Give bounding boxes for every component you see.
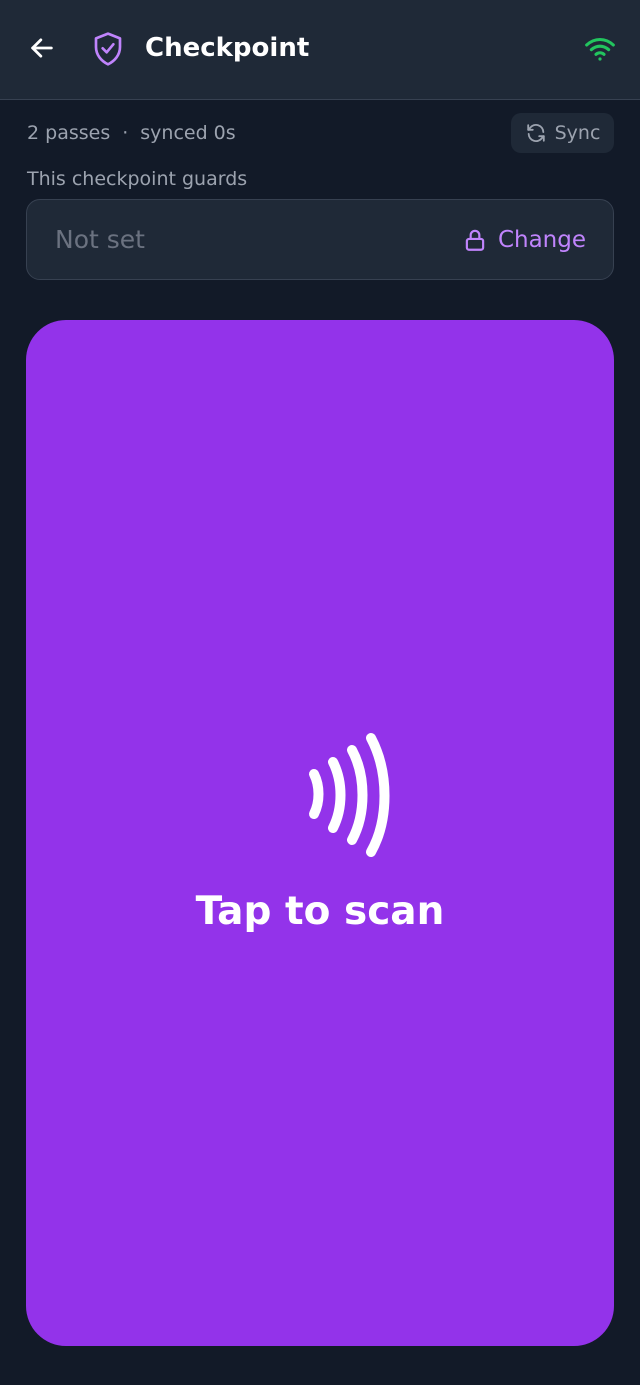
status-separator: · <box>122 122 129 144</box>
checkpoint-screen: Checkpoint 2 passes · synced 0s Sync Thi… <box>0 0 640 1385</box>
arrow-left-icon <box>31 38 53 58</box>
back-button[interactable] <box>22 28 62 68</box>
guard-label: This checkpoint guards <box>27 168 248 190</box>
synced-time: synced 0s <box>140 122 236 144</box>
guard-field: Not set Change <box>26 199 614 280</box>
passes-count: 2 passes <box>27 122 111 144</box>
sync-button[interactable]: Sync <box>511 113 614 153</box>
change-label: Change <box>497 226 586 253</box>
refresh-icon <box>526 124 545 142</box>
lock-icon <box>465 229 485 251</box>
sync-label: Sync <box>554 122 601 144</box>
tap-to-scan-button[interactable]: Tap to scan <box>26 320 614 1346</box>
shield-check-icon <box>94 32 122 66</box>
guard-value: Not set <box>55 225 145 254</box>
nfc-contactless-icon <box>309 733 390 857</box>
wifi-icon <box>585 37 615 61</box>
app-header: Checkpoint <box>0 0 640 100</box>
sync-status: 2 passes · synced 0s <box>27 118 236 148</box>
change-guard-button[interactable]: Change <box>462 200 586 279</box>
page-title: Checkpoint <box>145 33 310 63</box>
scan-label: Tap to scan <box>195 889 445 934</box>
